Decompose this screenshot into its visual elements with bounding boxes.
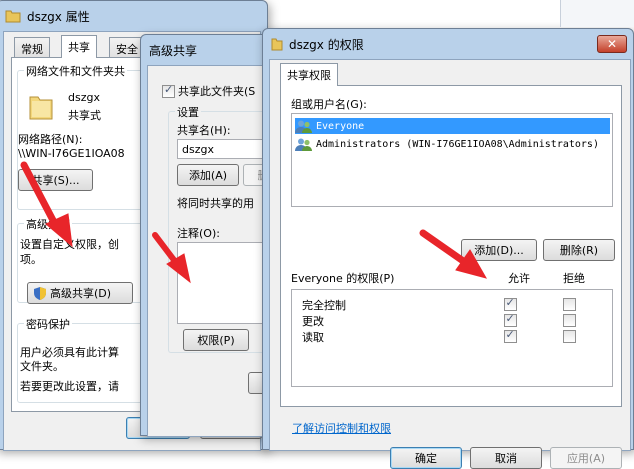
adv-share-group-title: 高级共享 <box>24 216 72 232</box>
permissions-button[interactable]: 权限(P) <box>183 329 249 351</box>
share-type: 共享式 <box>68 109 101 122</box>
remove-user-button[interactable]: 删除(R) <box>543 239 615 261</box>
share-name-label: 共享名(H): <box>177 124 231 137</box>
deny-check <box>562 297 576 311</box>
permissions-cancel-button[interactable]: 取消 <box>470 447 542 469</box>
allow-check <box>503 328 517 343</box>
permission-name: 读取 <box>302 331 324 344</box>
share-this-folder-label: 共享此文件夹(S <box>178 85 256 98</box>
add-user-button[interactable]: 添加(D)... <box>461 239 537 261</box>
net-path-value: \\WIN-I76GE1IOA08 <box>18 147 125 160</box>
advanced-sharing-window: 高级共享 共享此文件夹(S 设置 共享名(H): dszgx 添加(A) 删 将… <box>140 34 297 437</box>
user-limit-label: 将同时共享的用 <box>177 197 254 210</box>
permissions-title: dszgx 的权限 <box>289 37 364 52</box>
tab-share-permissions[interactable]: 共享权限 <box>280 63 338 86</box>
settings-group-title: 设置 <box>175 104 201 120</box>
folder-name: dszgx <box>68 91 100 104</box>
share-button[interactable]: 共享(S)... <box>18 169 93 191</box>
deny-check <box>562 329 576 343</box>
share-this-folder-check <box>162 83 175 98</box>
password-desc-2: 文件夹。 <box>20 360 64 373</box>
folder-icon <box>271 38 283 51</box>
permissions-table: 完全控制 更改 读取 <box>291 289 613 387</box>
permissions-ok-button[interactable]: 确定 <box>390 447 462 469</box>
advanced-sharing-titlebar: 高级共享 <box>141 35 269 65</box>
user-listbox[interactable]: Everyone Administrators (WIN-I76GE1IOA08… <box>291 113 613 207</box>
password-group-title: 密码保护 <box>24 316 72 332</box>
user-name: Everyone <box>316 120 365 132</box>
allow-header: 允许 <box>508 272 530 285</box>
permissions-for-label: Everyone 的权限(P) <box>291 272 395 285</box>
permissions-window: dszgx 的权限 ✕ 共享权限 组或用户名(G): Everyone Admi… <box>262 28 634 469</box>
permissions-panel: 组或用户名(G): Everyone Administrators (WIN-I… <box>280 85 622 407</box>
deny-header: 拒绝 <box>563 272 585 285</box>
close-button[interactable]: ✕ <box>597 35 627 53</box>
background-window-edge <box>560 0 634 27</box>
access-control-link[interactable]: 了解访问控制和权限 <box>292 420 391 436</box>
deny-checkbox[interactable] <box>562 326 576 346</box>
advanced-sharing-client: 共享此文件夹(S 设置 共享名(H): dszgx 添加(A) 删 将同时共享的… <box>147 65 297 437</box>
list-item[interactable]: Administrators (WIN-I76GE1IOA08\Administ… <box>295 136 610 152</box>
group-or-user-label: 组或用户名(G): <box>291 98 367 111</box>
tab-general[interactable]: 常规 <box>14 37 50 58</box>
folder-icon <box>29 96 53 120</box>
share-this-folder-checkbox[interactable]: 共享此文件夹(S <box>162 83 255 99</box>
properties-titlebar: dszgx 属性 <box>0 1 267 31</box>
net-path-label: 网络路径(N): <box>18 133 83 146</box>
tab-sharing[interactable]: 共享 <box>61 35 97 58</box>
folder-icon <box>5 10 21 23</box>
list-item[interactable]: Everyone <box>295 118 610 134</box>
password-desc-3: 若要更改此设置，请 <box>20 380 119 393</box>
advanced-share-button[interactable]: 高级共享(D) <box>27 282 133 304</box>
add-share-button[interactable]: 添加(A) <box>177 164 239 186</box>
adv-share-desc-2: 项。 <box>20 253 42 266</box>
deny-check <box>562 313 576 327</box>
shield-icon <box>34 286 46 300</box>
allow-check <box>503 312 517 327</box>
permissions-client: 共享权限 组或用户名(G): Everyone Administrators (… <box>269 59 631 469</box>
close-icon: ✕ <box>606 37 618 51</box>
apply-button[interactable]: 应用(A) <box>550 447 622 469</box>
comment-label: 注释(O): <box>177 227 220 240</box>
share-name-value: dszgx <box>182 143 214 156</box>
users-icon <box>295 138 312 151</box>
allow-check <box>503 296 517 311</box>
permissions-titlebar: dszgx 的权限 <box>263 29 633 59</box>
properties-title: dszgx 属性 <box>27 9 90 24</box>
advanced-sharing-title: 高级共享 <box>149 43 198 58</box>
table-row: 读取 <box>292 326 612 346</box>
net-share-group-title: 网络文件和文件夹共 <box>24 63 127 79</box>
users-icon <box>295 120 312 133</box>
user-name: Administrators (WIN-I76GE1IOA08\Administ… <box>316 138 599 150</box>
allow-checkbox[interactable] <box>503 326 517 346</box>
adv-share-desc: 设置自定义权限，创 <box>20 238 119 251</box>
advanced-share-label: 高级共享(D) <box>50 287 112 300</box>
